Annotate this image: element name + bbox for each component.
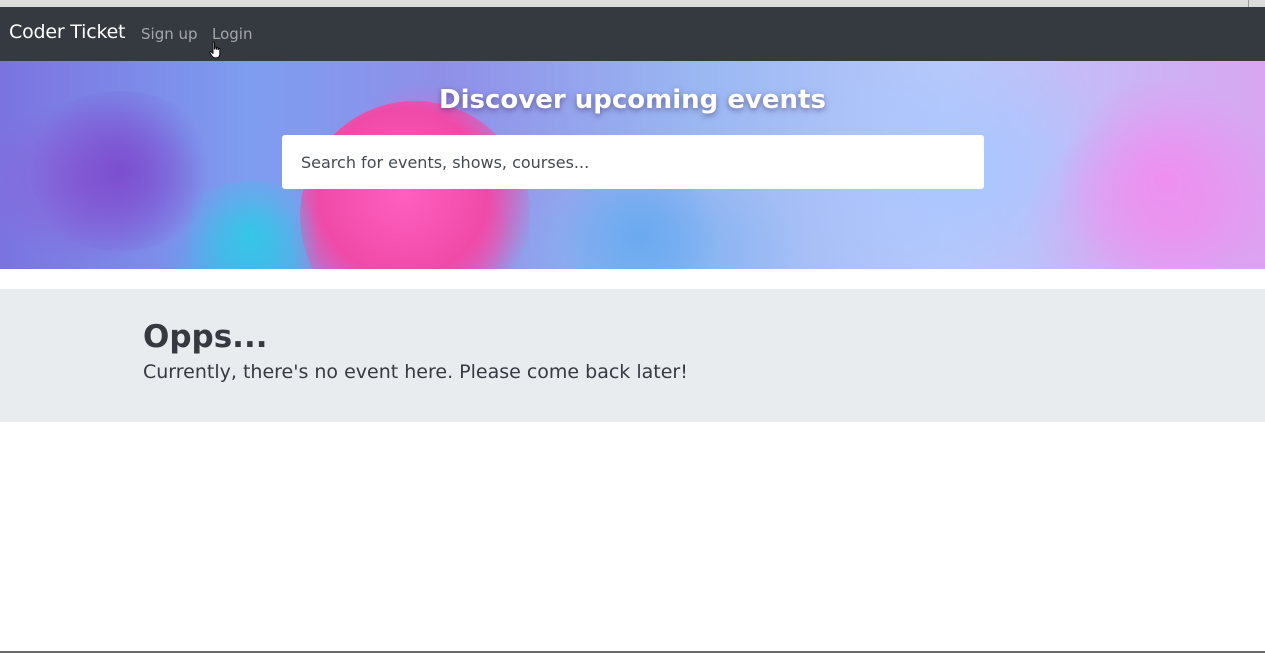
brand-link[interactable]: Coder Ticket (9, 21, 126, 43)
empty-state-title: Opps... (143, 319, 268, 355)
signup-link[interactable]: Sign up (141, 25, 198, 43)
navbar: Coder Ticket Sign up Login (0, 7, 1265, 61)
empty-state-panel: Opps... Currently, there's no event here… (0, 289, 1265, 422)
window-divider (1248, 0, 1249, 7)
event-search-input[interactable] (282, 135, 984, 189)
hero-bg-shape (540, 181, 740, 269)
hero-banner: Discover upcoming events (0, 61, 1265, 269)
hero-bg-shape (20, 91, 220, 251)
empty-state-message: Currently, there's no event here. Please… (143, 361, 688, 383)
hero-title: Discover upcoming events (439, 85, 826, 115)
hand-pointer-icon (209, 41, 221, 59)
